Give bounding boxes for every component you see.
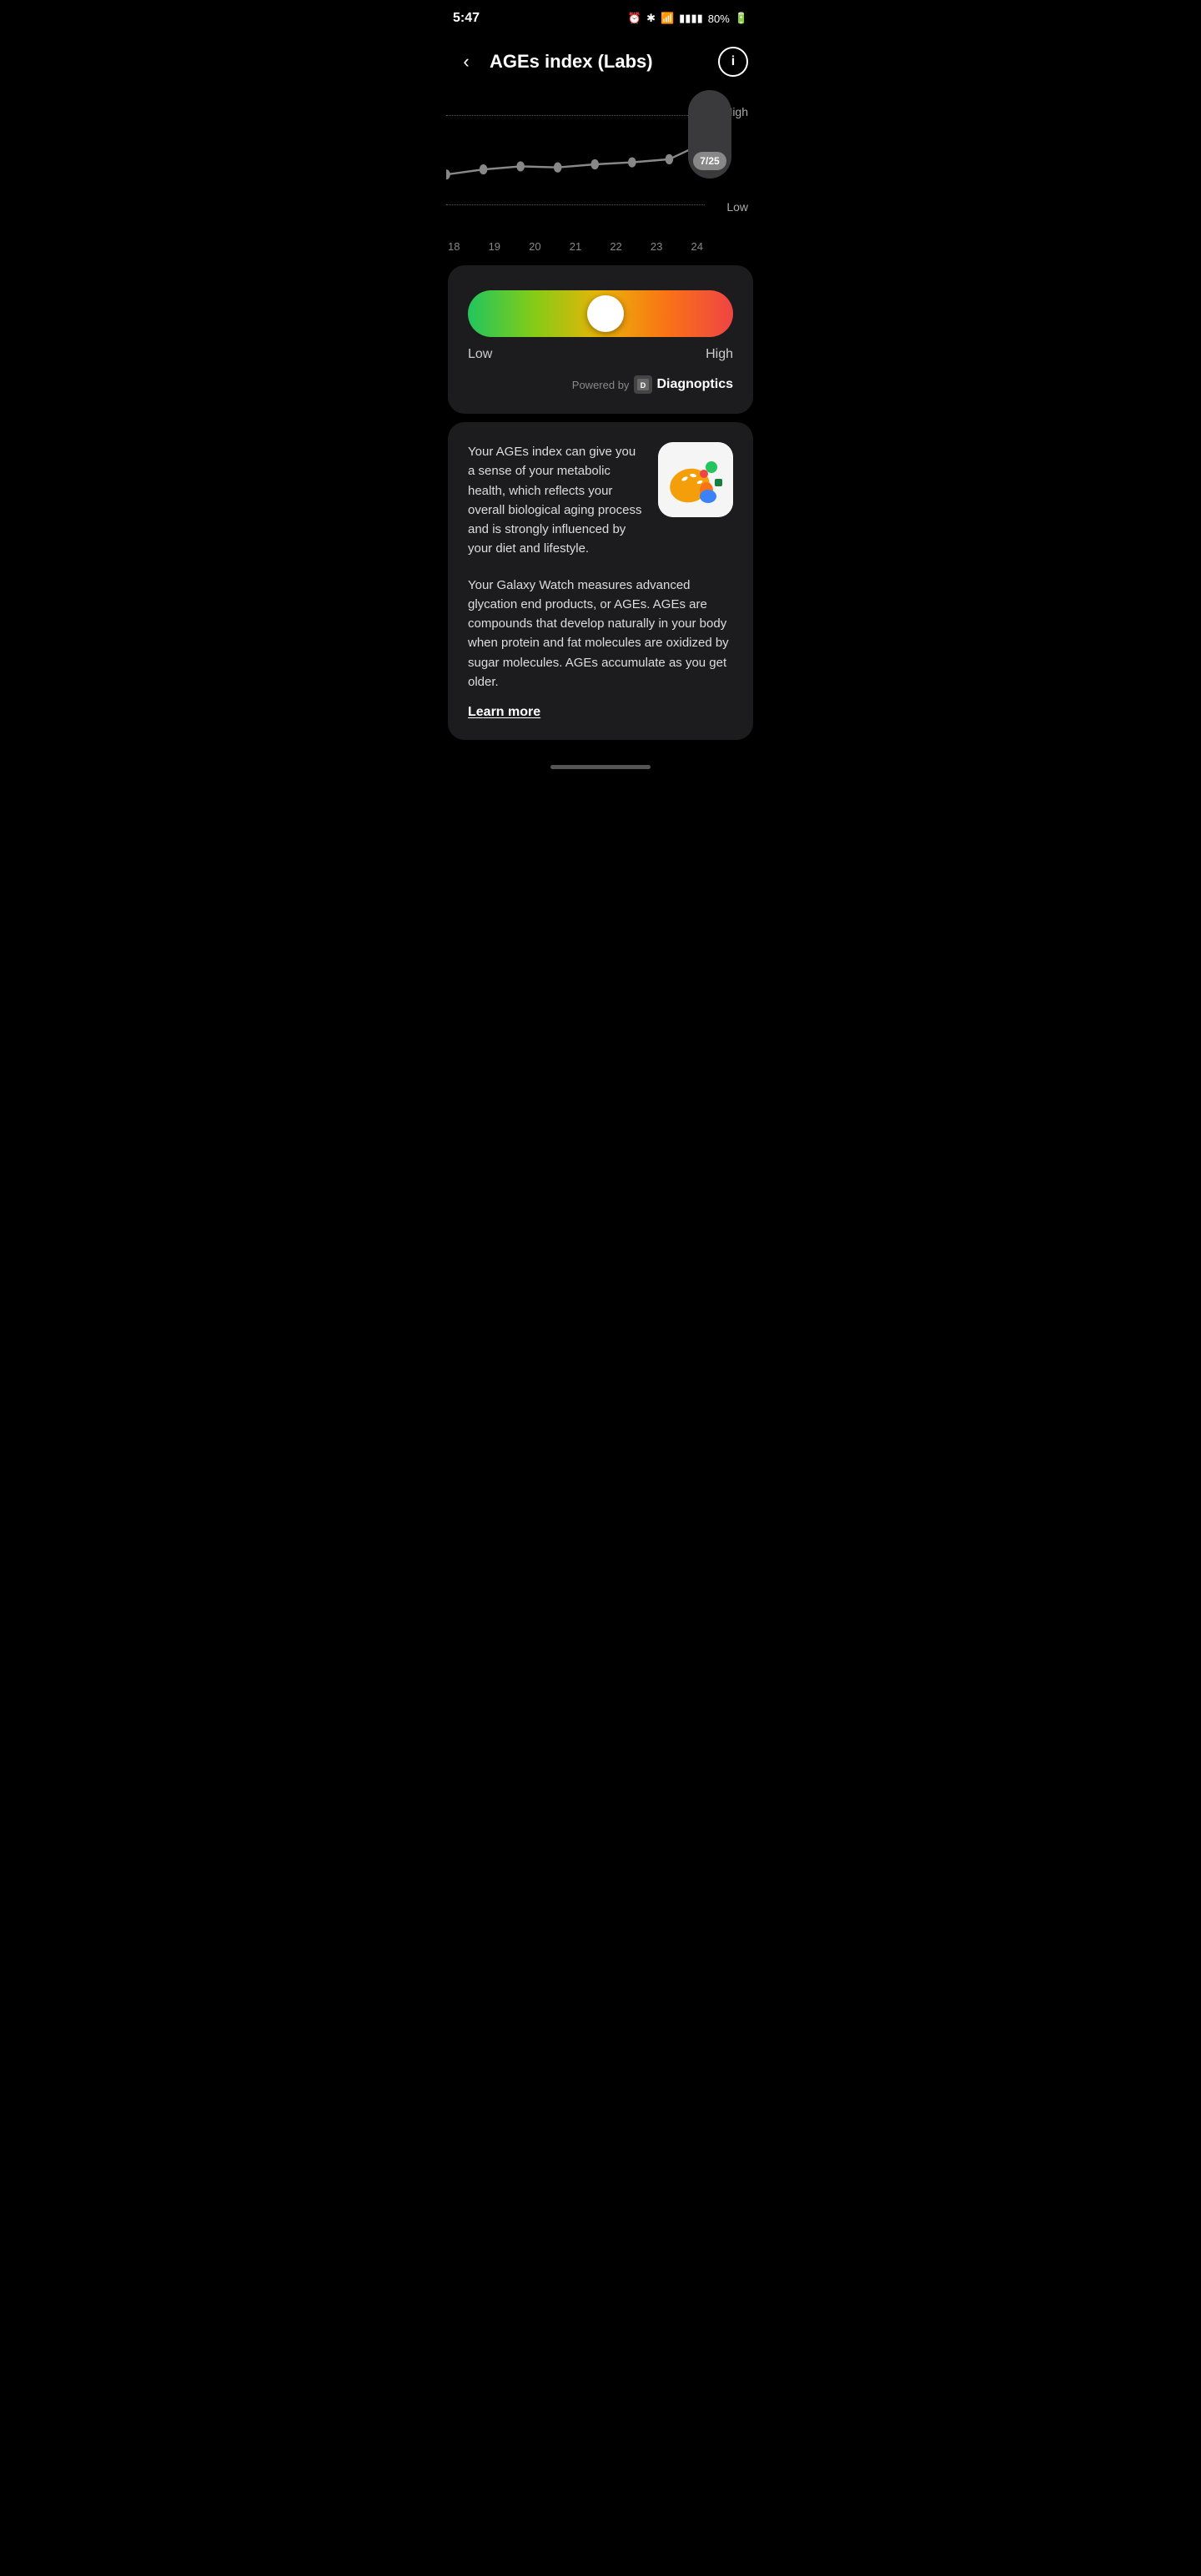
selected-date-badge: 7/25 xyxy=(693,152,726,170)
date-22: 22 xyxy=(610,240,621,253)
gauge-card: Low High Powered by D Diagnoptics xyxy=(448,265,753,414)
status-bar: 5:47 ⏰ ✱ 📶 ▮▮▮▮ 80% 🔋 xyxy=(438,0,763,33)
powered-by-text: Powered by xyxy=(572,379,630,391)
wifi-icon: 📶 xyxy=(661,12,674,25)
gauge-labels: Low High xyxy=(468,347,733,362)
info-primary-text: Your AGEs index can give you a sense of … xyxy=(468,442,645,559)
date-labels: 18 19 20 21 22 23 24 xyxy=(446,240,705,253)
gauge-high-label: High xyxy=(706,347,733,362)
svg-text:D: D xyxy=(641,381,646,390)
header: ‹ AGEs index (Labs) i xyxy=(438,33,763,90)
date-23: 23 xyxy=(651,240,662,253)
page-title: AGEs index (Labs) xyxy=(490,51,653,73)
battery-icon: 🔋 xyxy=(735,12,748,25)
diagnoptics-logo: D Diagnoptics xyxy=(634,375,733,394)
chart-tooltip: 7/25 xyxy=(688,90,731,179)
back-button[interactable]: ‹ xyxy=(453,48,480,75)
diagnoptics-icon: D xyxy=(634,375,652,394)
chart-inner: High Low 18 19 20 21 xyxy=(446,90,755,257)
date-19: 19 xyxy=(489,240,500,253)
diagnoptics-name: Diagnoptics xyxy=(656,377,733,392)
bottom-indicator xyxy=(438,748,763,777)
bluetooth-icon: ✱ xyxy=(646,12,656,25)
date-21: 21 xyxy=(570,240,581,253)
line-chart xyxy=(446,113,705,215)
status-icons: ⏰ ✱ 📶 ▮▮▮▮ 80% 🔋 xyxy=(628,12,748,25)
date-24: 24 xyxy=(691,240,702,253)
chart-container: High Low 18 19 20 21 xyxy=(438,90,763,257)
info-top-section: Your AGEs index can give you a sense of … xyxy=(468,442,733,559)
battery-level: 80% xyxy=(708,13,730,25)
gauge-thumb xyxy=(587,295,624,332)
info-button[interactable]: i xyxy=(718,47,748,77)
info-card: Your AGEs index can give you a sense of … xyxy=(448,422,753,740)
date-18: 18 xyxy=(448,240,460,253)
info-icon: i xyxy=(731,54,735,69)
date-20: 20 xyxy=(529,240,540,253)
nav-pill xyxy=(550,765,651,769)
info-secondary-text: Your Galaxy Watch measures advanced glyc… xyxy=(468,576,733,692)
alarm-icon: ⏰ xyxy=(628,12,641,25)
back-arrow-icon: ‹ xyxy=(463,53,469,71)
gauge-low-label: Low xyxy=(468,347,492,362)
header-left: ‹ AGEs index (Labs) xyxy=(453,48,653,75)
chart-low-label: Low xyxy=(726,200,748,214)
status-time: 5:47 xyxy=(453,11,480,26)
app-icon xyxy=(658,442,733,517)
signal-icon: ▮▮▮▮ xyxy=(679,12,703,25)
learn-more-link[interactable]: Learn more xyxy=(468,705,540,719)
gauge-track xyxy=(468,290,733,337)
powered-by-section: Powered by D Diagnoptics xyxy=(468,375,733,394)
